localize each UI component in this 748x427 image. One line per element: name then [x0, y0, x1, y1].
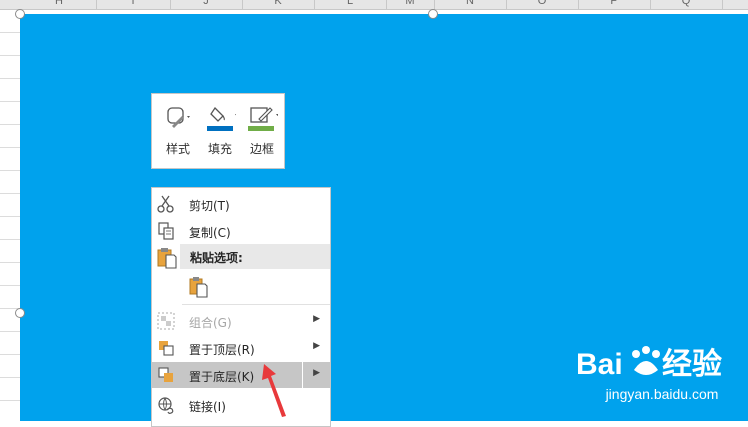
- column-header-j[interactable]: J: [170, 0, 243, 9]
- menu-item-send-to-back-label: 置于底层(K): [189, 370, 255, 384]
- resize-handle-top-center[interactable]: [428, 9, 438, 19]
- bring-to-front-icon: [159, 341, 174, 356]
- menu-item-link[interactable]: 链接(I): [152, 392, 330, 418]
- menu-item-bring-to-front-label: 置于顶层(R): [189, 343, 255, 357]
- menu-item-copy[interactable]: 复制(C): [152, 218, 330, 244]
- submenu-arrow-icon: ▶: [313, 368, 320, 378]
- fill-button[interactable]: 填充: [200, 102, 240, 162]
- column-header-o[interactable]: O: [506, 0, 579, 9]
- pointer-arrow-icon: [262, 364, 286, 417]
- resize-handle-middle-left[interactable]: [15, 308, 25, 318]
- watermark-url: jingyan.baidu.com: [605, 386, 719, 402]
- cell-grid[interactable]: [0, 10, 20, 421]
- outline-pen-icon: [248, 107, 278, 131]
- baidu-logo-icon: Bai 经验: [576, 346, 722, 381]
- submenu-arrow-icon: ▶: [313, 341, 320, 351]
- column-header-k[interactable]: K: [242, 0, 315, 9]
- column-header-l[interactable]: L: [314, 0, 387, 9]
- scissors-icon: [157, 195, 174, 213]
- svg-text:Bai: Bai: [576, 348, 623, 381]
- column-header-n[interactable]: N: [434, 0, 507, 9]
- menu-item-cut-label: 剪切(T): [189, 199, 230, 213]
- menu-separator: [182, 304, 330, 305]
- column-header-p[interactable]: P: [578, 0, 651, 9]
- shape-style-icon: [167, 107, 190, 128]
- mini-toolbar: 样式 填充 边框: [151, 93, 285, 169]
- submenu-arrow-icon: ▶: [313, 314, 320, 324]
- menu-item-send-to-back[interactable]: 置于底层(K) ▶: [152, 362, 330, 388]
- paste-options-label: 粘贴选项:: [190, 251, 243, 265]
- column-header-q[interactable]: Q: [650, 0, 723, 9]
- send-to-back-icon: [158, 367, 173, 382]
- svg-text:经验: 经验: [662, 347, 722, 381]
- menu-item-bring-to-front[interactable]: 置于顶层(R) ▶: [152, 335, 330, 361]
- column-header-i[interactable]: I: [96, 0, 171, 9]
- fill-label: 填充: [207, 142, 232, 156]
- menu-item-cut[interactable]: 剪切(T): [152, 191, 330, 217]
- column-header-m[interactable]: M: [386, 0, 435, 9]
- outline-button[interactable]: 边框: [242, 102, 282, 162]
- paste-keep-format-icon[interactable]: [188, 276, 210, 298]
- menu-item-link-label: 链接(I): [189, 400, 226, 414]
- group-icon: [157, 312, 175, 330]
- context-menu: 剪切(T) 复制(C) 粘贴选项: 组合(G) ▶ 置于顶层(R) ▶ 置于底层…: [151, 187, 331, 427]
- column-header-h[interactable]: H: [22, 0, 97, 9]
- submenu-divider: [302, 362, 303, 388]
- menu-item-group-label: 组合(G): [189, 316, 232, 330]
- resize-handle-top-left[interactable]: [15, 9, 25, 19]
- menu-item-group[interactable]: 组合(G) ▶: [152, 308, 330, 334]
- baidu-jingyan-watermark: Bai 经验 jingyan.baidu.com: [576, 340, 748, 406]
- column-header-bar: H I J K L M N O P Q: [0, 0, 748, 10]
- copy-icon: [158, 222, 174, 240]
- fill-bucket-icon: [207, 106, 236, 131]
- menu-item-copy-label: 复制(C): [189, 226, 231, 240]
- outline-label: 边框: [249, 142, 274, 156]
- clipboard-icon: [157, 248, 177, 269]
- style-label: 样式: [165, 142, 190, 156]
- link-icon: [158, 397, 174, 414]
- style-button[interactable]: 样式: [158, 102, 198, 162]
- paste-options-header: 粘贴选项:: [180, 244, 330, 269]
